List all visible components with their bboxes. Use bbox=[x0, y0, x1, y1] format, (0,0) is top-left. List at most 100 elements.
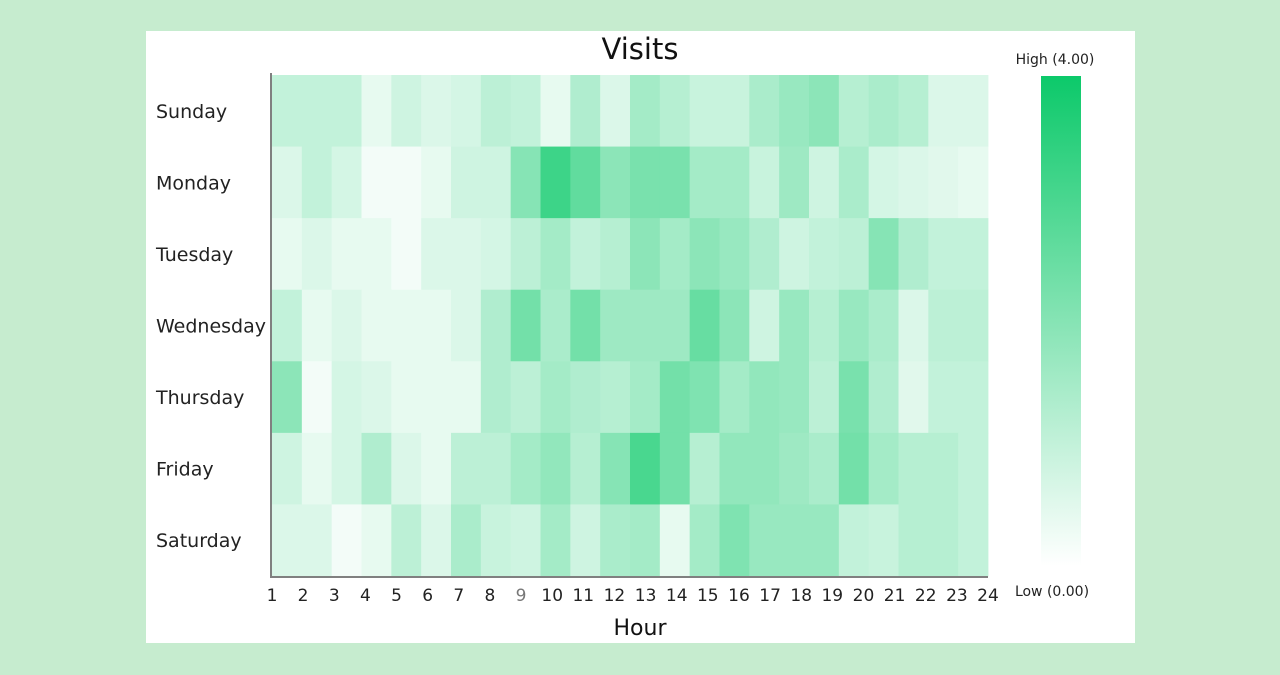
heatmap-cell bbox=[838, 432, 870, 505]
heatmap-cell bbox=[958, 361, 989, 434]
heatmap-cell bbox=[480, 361, 512, 434]
heatmap-cell bbox=[451, 75, 482, 147]
heatmap-cell bbox=[451, 504, 482, 577]
heatmap-cell bbox=[719, 361, 750, 434]
heatmap-cell bbox=[630, 146, 661, 219]
heatmap-cell bbox=[331, 146, 362, 219]
heatmap-cell bbox=[630, 361, 661, 434]
heatmap-cell bbox=[719, 75, 750, 147]
heatmap-cell bbox=[630, 218, 661, 291]
x-tick-label: 11 bbox=[572, 586, 594, 606]
x-tick-label: 24 bbox=[977, 586, 999, 606]
x-tick-label: 22 bbox=[915, 586, 937, 606]
heatmap-cell bbox=[421, 75, 452, 147]
heatmap-cell bbox=[838, 218, 870, 291]
heatmap-cell bbox=[272, 361, 303, 434]
heatmap-cell bbox=[898, 432, 929, 505]
heatmap-cell bbox=[391, 361, 422, 434]
heatmap-cell bbox=[659, 504, 691, 577]
heatmap-cell bbox=[301, 361, 333, 434]
heatmap-cell bbox=[272, 432, 303, 505]
heatmap-cell bbox=[898, 218, 929, 291]
x-tick-label: 23 bbox=[946, 586, 968, 606]
heatmap-cell bbox=[540, 218, 571, 291]
y-axis-labels: Sunday Monday Tuesday Wednesday Thursday Frid… bbox=[155, 101, 266, 552]
heatmap-cell bbox=[749, 289, 780, 362]
heatmap-cell bbox=[361, 432, 392, 505]
x-tick-label: 20 bbox=[853, 586, 875, 606]
heatmap-cell bbox=[361, 361, 392, 434]
heatmap-cell bbox=[898, 146, 929, 219]
heatmap-cell bbox=[719, 504, 750, 577]
heatmap-cell bbox=[838, 75, 870, 147]
heatmap-cell bbox=[272, 146, 303, 219]
heatmap-cell bbox=[421, 289, 452, 362]
x-tick-label: 14 bbox=[666, 586, 688, 606]
heatmap-cell bbox=[391, 289, 422, 362]
heatmap-cell bbox=[600, 146, 631, 219]
x-tick-label: 12 bbox=[604, 586, 626, 606]
heatmap-cell bbox=[600, 289, 631, 362]
heatmap-cell bbox=[570, 75, 601, 147]
heatmap-cell bbox=[451, 432, 482, 505]
heatmap-cell bbox=[301, 504, 333, 577]
x-tick-label: 17 bbox=[759, 586, 781, 606]
heatmap-cell bbox=[958, 289, 989, 362]
heatmap-cell bbox=[809, 146, 840, 219]
heatmap-cell bbox=[868, 218, 899, 291]
heatmap-cell bbox=[391, 75, 422, 147]
heatmap-cell bbox=[898, 504, 929, 577]
x-tick-label: 2 bbox=[298, 586, 309, 606]
heatmap-cell bbox=[570, 218, 601, 291]
heatmap-cell bbox=[570, 361, 601, 434]
heatmap-cell bbox=[421, 504, 452, 577]
heatmap-cell bbox=[600, 361, 631, 434]
x-tick-label: 5 bbox=[391, 586, 402, 606]
heatmap-cell bbox=[630, 289, 661, 362]
heatmap-cell bbox=[719, 146, 750, 219]
heatmap-cell bbox=[958, 218, 989, 291]
heatmap-cell bbox=[659, 361, 691, 434]
x-tick-label: 19 bbox=[821, 586, 843, 606]
heatmap-cell bbox=[928, 432, 959, 505]
heatmap-cell bbox=[630, 75, 661, 147]
y-tick-label: Monday bbox=[156, 172, 231, 194]
heatmap-cell bbox=[659, 146, 691, 219]
heatmap-cell bbox=[480, 146, 512, 219]
legend-low-label: Low (0.00) bbox=[1015, 584, 1089, 600]
heatmap-cell bbox=[689, 75, 720, 147]
x-tick-label: 10 bbox=[541, 586, 563, 606]
legend-high-label: High (4.00) bbox=[1016, 52, 1095, 68]
heatmap-cell bbox=[928, 289, 959, 362]
heatmap-cell bbox=[838, 361, 870, 434]
heatmap-cell bbox=[570, 504, 601, 577]
heatmap-cell bbox=[659, 218, 691, 291]
heatmap-cell bbox=[689, 218, 720, 291]
x-tick-label: 15 bbox=[697, 586, 719, 606]
x-axis-labels: 1 2 3 4 5 6 7 8 9 10 11 12 13 14 15 16 17 18 19 20 21 22 23 24 bbox=[267, 586, 999, 606]
heatmap-cell bbox=[301, 218, 333, 291]
heatmap-cell bbox=[361, 218, 392, 291]
heatmap-cell bbox=[600, 75, 631, 147]
heatmap-cell bbox=[749, 361, 780, 434]
legend-gradient-bar bbox=[1041, 76, 1081, 566]
heatmap-cell bbox=[480, 218, 512, 291]
heatmap-cell bbox=[391, 218, 422, 291]
heatmap-cell bbox=[868, 504, 899, 577]
heatmap-cell bbox=[779, 361, 810, 434]
heatmap-cell bbox=[749, 218, 780, 291]
heatmap-cell bbox=[868, 146, 899, 219]
heatmap-cell bbox=[600, 218, 631, 291]
heatmap-cell bbox=[779, 146, 810, 219]
heatmap-cell bbox=[779, 75, 810, 147]
x-tick-label: 8 bbox=[484, 586, 495, 606]
heatmap-cell bbox=[600, 504, 631, 577]
heatmap-cell bbox=[958, 504, 989, 577]
heatmap-cell bbox=[331, 361, 362, 434]
heatmap-cell bbox=[510, 75, 541, 147]
heatmap-cell bbox=[689, 432, 720, 505]
heatmap-chart: Visits Sunday Monday Tuesday Wednesday Thurs… bbox=[155, 32, 1095, 641]
heatmap-cell bbox=[809, 432, 840, 505]
x-tick-label: 9 bbox=[516, 586, 527, 606]
heatmap-cell bbox=[331, 289, 362, 362]
